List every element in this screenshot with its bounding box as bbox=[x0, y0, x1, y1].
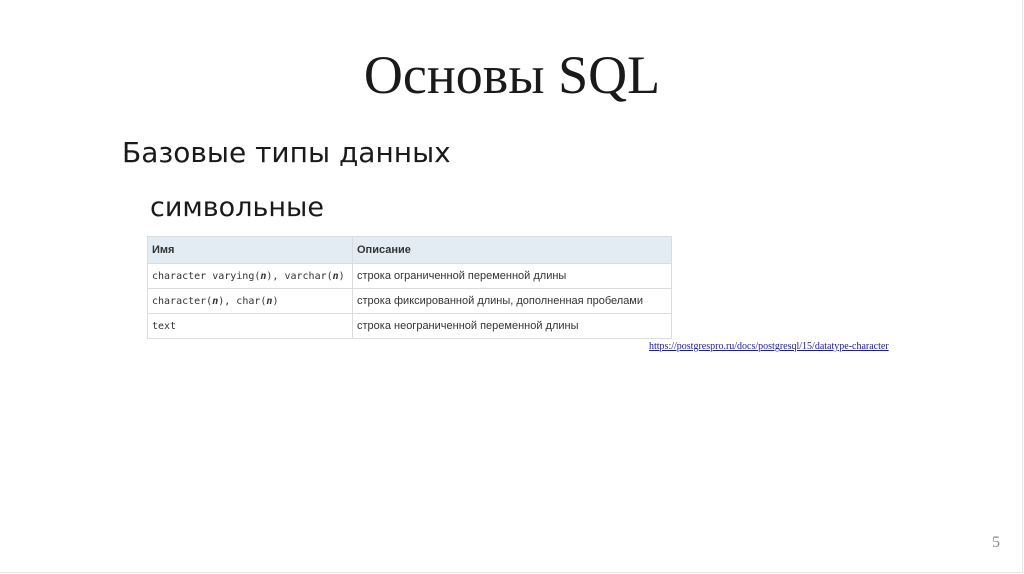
column-header-name: Имя bbox=[147, 236, 353, 264]
table-row: character(n), char(n) строка фиксированн… bbox=[147, 288, 672, 314]
type-name-cell: text bbox=[147, 313, 353, 339]
type-name-cell: character varying(n), varchar(n) bbox=[147, 263, 353, 289]
section-heading: символьные bbox=[150, 192, 324, 223]
slide-title: Основы SQL bbox=[363, 45, 661, 105]
type-name-text: character( bbox=[152, 296, 213, 307]
data-types-table: Имя Описание character varying(n), varch… bbox=[147, 236, 672, 339]
type-description-cell: строка ограниченной переменной длины bbox=[352, 263, 672, 289]
type-name-text: ) bbox=[338, 271, 345, 282]
table-row: text строка неограниченной переменной дл… bbox=[147, 313, 672, 339]
type-description-cell: строка фиксированной длины, дополненная … bbox=[352, 288, 672, 314]
type-description-cell: строка неограниченной переменной длины bbox=[352, 313, 672, 339]
table-row: character varying(n), varchar(n) строка … bbox=[147, 263, 672, 289]
type-name-text: ) bbox=[272, 296, 279, 307]
type-name-text: text bbox=[152, 321, 177, 332]
type-name-text: ), char( bbox=[218, 296, 267, 307]
slide-subtitle: Базовые типы данных bbox=[122, 136, 451, 169]
page-number: 5 bbox=[992, 534, 1000, 551]
column-header-description: Описание bbox=[352, 236, 672, 264]
type-name-cell: character(n), char(n) bbox=[147, 288, 353, 314]
type-name-text: ), varchar( bbox=[266, 271, 333, 282]
source-link[interactable]: https://postgrespro.ru/docs/postgresql/1… bbox=[649, 341, 889, 352]
type-name-text: character varying( bbox=[152, 271, 261, 282]
table-header-row: Имя Описание bbox=[147, 236, 672, 264]
